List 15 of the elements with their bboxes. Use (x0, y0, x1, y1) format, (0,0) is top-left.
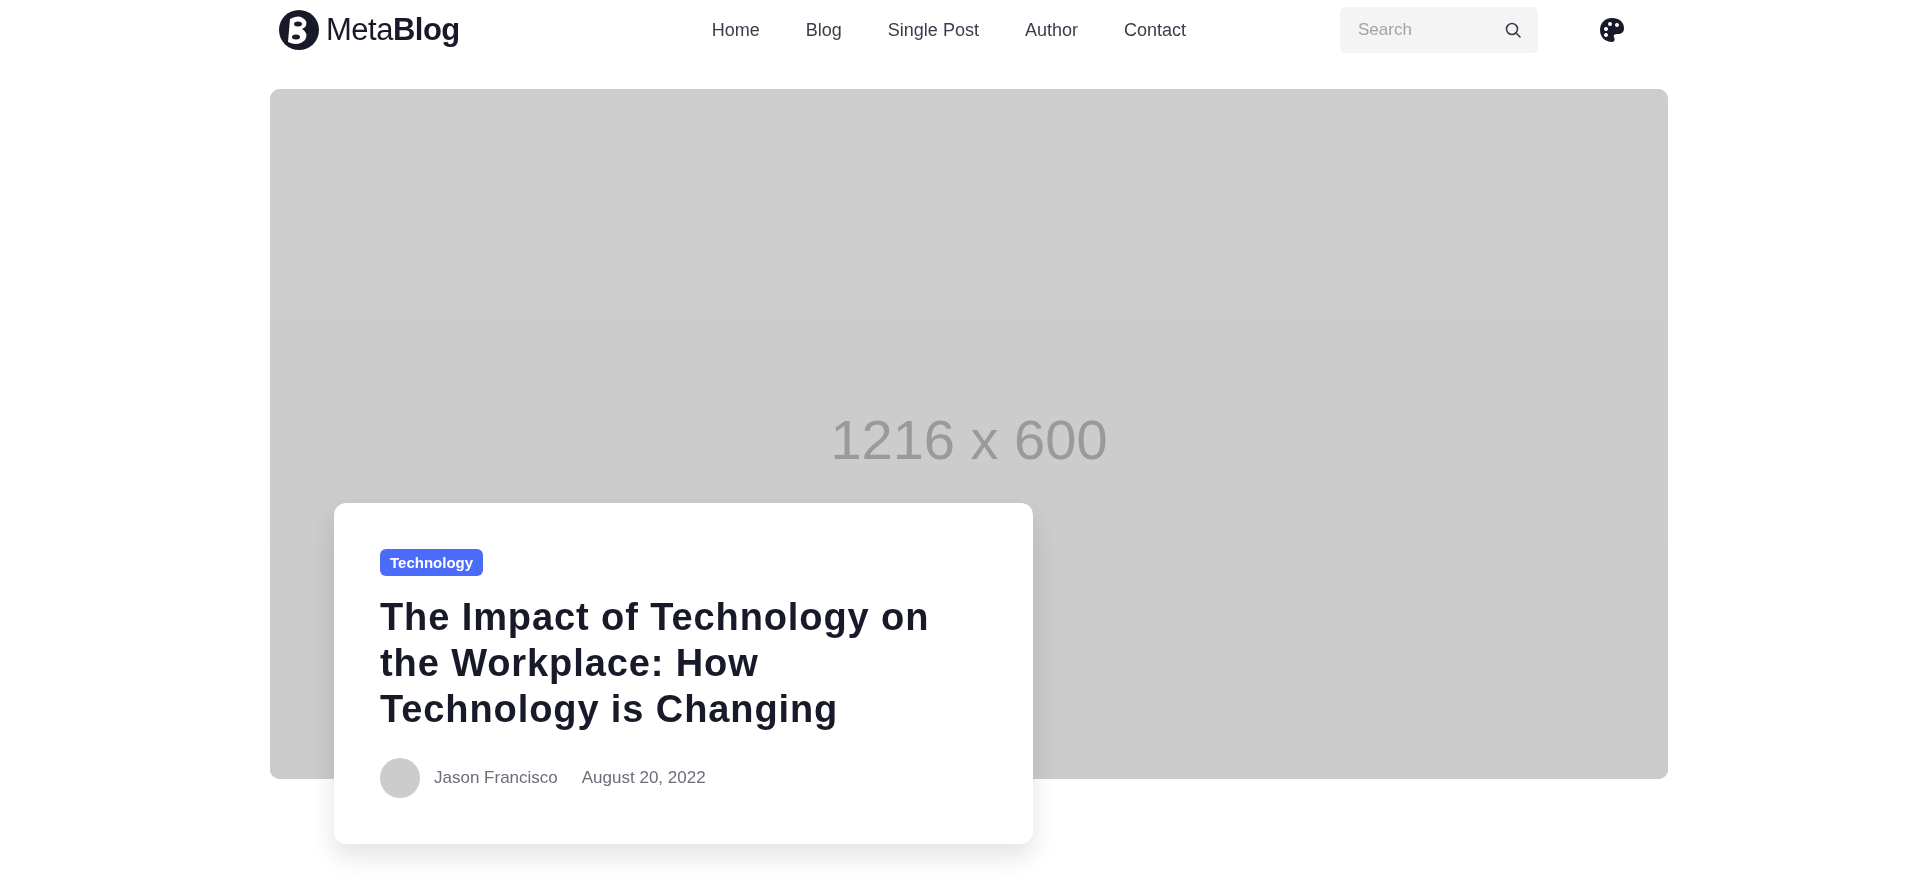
post-date: August 20, 2022 (581, 768, 706, 788)
nav-link[interactable]: Author (1024, 19, 1078, 41)
nav-link[interactable]: Contact (1123, 19, 1186, 41)
search-field[interactable]: Search (1340, 7, 1538, 53)
nav-link[interactable]: Single Post (887, 19, 979, 41)
post-title[interactable]: The Impact of Technology on the Workplace: How Technology is Changing (380, 594, 987, 732)
nav-link[interactable]: Home (711, 19, 760, 41)
avatar (380, 758, 420, 798)
logo-text: MetaBlog (326, 12, 460, 48)
category-tag[interactable]: Technology (380, 549, 484, 576)
palette-icon[interactable] (1598, 16, 1626, 44)
search-icon[interactable] (1504, 21, 1522, 39)
nav-link[interactable]: Blog (805, 19, 842, 41)
logo-icon (278, 9, 320, 51)
author-name[interactable]: Jason Francisco (434, 768, 558, 788)
